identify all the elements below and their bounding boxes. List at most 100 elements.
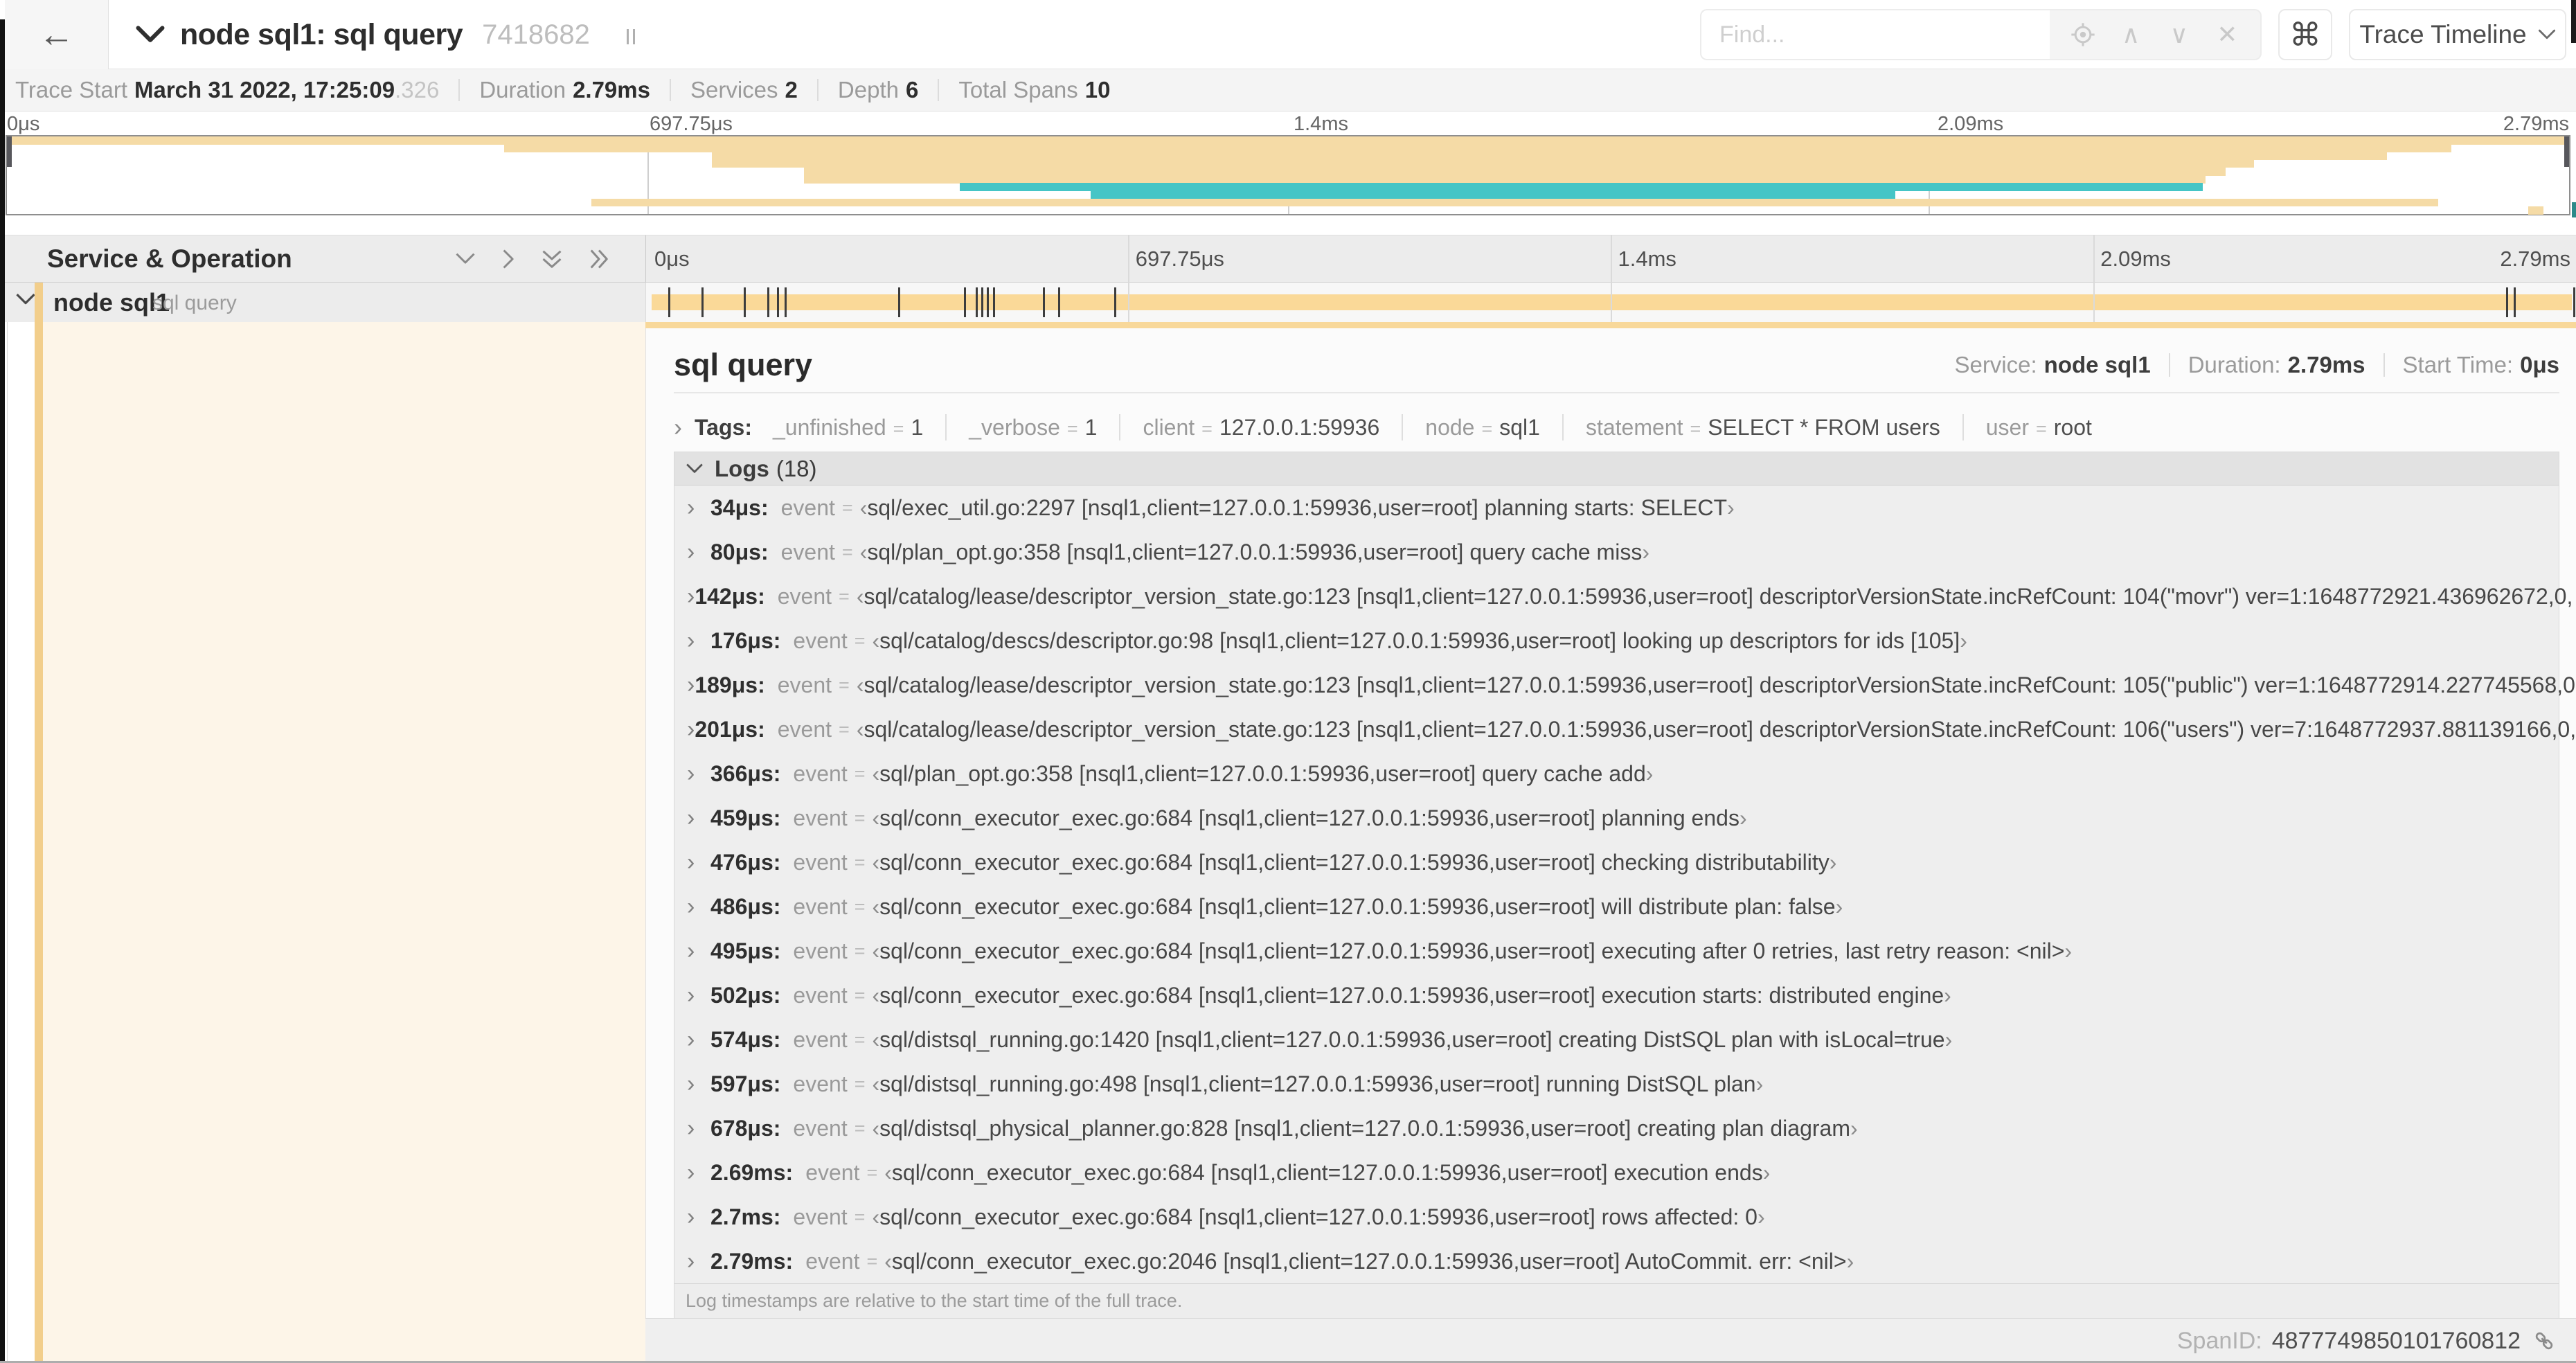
log-row[interactable]: › 486μs: event = ‹ sql/conn_executor_exec.go:… <box>674 884 2559 929</box>
focus-result-icon[interactable] <box>2068 19 2098 50</box>
trace-view-selector[interactable]: Trace Timeline <box>2349 9 2566 60</box>
span-id-bar: SpanID: 4877749850101760812 <box>645 1318 2576 1363</box>
trace-collapse-chevron-icon[interactable] <box>136 25 165 44</box>
divider <box>816 79 819 101</box>
log-row[interactable]: › 201μs: event = ‹ sql/catalog/lease/descript… <box>674 707 2576 751</box>
collapse-one-icon[interactable] <box>455 252 476 265</box>
log-expand-chevron-icon[interactable]: › <box>687 627 710 654</box>
expand-all-icon[interactable] <box>589 249 609 269</box>
log-expand-chevron-icon[interactable]: › <box>687 938 710 965</box>
log-row[interactable]: › 142μs: event = ‹ sql/catalog/lease/descript… <box>674 574 2576 618</box>
log-expand-chevron-icon[interactable]: › <box>687 716 695 743</box>
tags-label: Tags: <box>695 414 752 440</box>
log-expand-chevron-icon[interactable]: › <box>687 805 710 832</box>
window-right-edge <box>2571 0 2576 43</box>
prev-result-icon[interactable]: ∧ <box>2116 19 2146 50</box>
column-resizer-grip[interactable] <box>627 29 635 44</box>
minimap-axis-tick: 1.4ms <box>1294 113 1348 135</box>
log-row[interactable]: › 495μs: event = ‹ sql/conn_executor_exec.go:… <box>674 929 2559 973</box>
service-value: node sql1 <box>2043 352 2151 377</box>
log-expand-chevron-icon[interactable]: › <box>687 1071 710 1098</box>
minimap-canvas[interactable] <box>6 135 2570 215</box>
log-row[interactable]: › 2.7ms: event = ‹ sql/conn_executor_exec.go:… <box>674 1195 2559 1239</box>
log-row[interactable]: › 597μs: event = ‹ sql/distsql_running.go:498… <box>674 1062 2559 1106</box>
span-duration-bar[interactable] <box>652 294 2572 310</box>
collapse-all-icon[interactable] <box>542 249 562 269</box>
span-color-stripe <box>35 322 43 1363</box>
trace-stat: Services 2 <box>690 77 798 103</box>
back-button[interactable]: ← <box>5 0 109 69</box>
clear-search-icon[interactable]: ✕ <box>2212 19 2242 50</box>
log-expand-chevron-icon[interactable]: › <box>687 672 695 699</box>
log-expand-chevron-icon[interactable]: › <box>687 1026 710 1053</box>
minimap-span-bar <box>1091 190 1895 199</box>
log-expand-chevron-icon[interactable]: › <box>687 893 710 920</box>
minimap-axis-tick: 0μs <box>7 113 40 135</box>
tags-expand-chevron-icon[interactable]: › <box>674 413 682 442</box>
log-row[interactable]: › 678μs: event = ‹ sql/distsql_physical_plann… <box>674 1106 2559 1150</box>
log-expand-chevron-icon[interactable]: › <box>687 1159 710 1186</box>
log-event-tick <box>987 287 990 317</box>
log-row[interactable]: › 476μs: event = ‹ sql/conn_executor_exec.go:… <box>674 840 2559 884</box>
log-event-tick <box>898 287 901 317</box>
minimap-right-handle[interactable] <box>2564 136 2569 167</box>
minimap-span-bar <box>960 183 2203 191</box>
log-expand-chevron-icon[interactable]: › <box>687 495 710 522</box>
span-operation-name: sql query <box>152 292 237 314</box>
log-expand-chevron-icon[interactable]: › <box>687 982 710 1009</box>
logs-count: (18) <box>776 455 817 481</box>
log-expand-chevron-icon[interactable]: › <box>687 583 695 610</box>
log-row[interactable]: › 189μs: event = ‹ sql/catalog/lease/descript… <box>674 663 2576 707</box>
log-row[interactable]: › 176μs: event = ‹ sql/catalog/descs/descript… <box>674 618 2559 663</box>
log-row[interactable]: › 80μs: event = ‹ sql/plan_opt.go:358 [nsql1,… <box>674 530 2559 574</box>
log-row[interactable]: › 459μs: event = ‹ sql/conn_executor_exec.go:… <box>674 796 2559 840</box>
minimap-span-bar <box>591 198 2439 207</box>
span-collapse-chevron-icon[interactable] <box>15 292 36 308</box>
find-input[interactable]: Find... <box>1700 9 2050 60</box>
log-expand-chevron-icon[interactable]: › <box>687 539 710 566</box>
log-event-tick <box>992 287 995 317</box>
log-row[interactable]: › 574μs: event = ‹ sql/distsql_running.go:142… <box>674 1017 2559 1062</box>
minimap-left-handle[interactable] <box>7 136 12 167</box>
logs-header[interactable]: Logs (18) <box>674 452 2559 485</box>
span-row-name-cell[interactable]: node sql1 sql query <box>0 283 645 322</box>
log-expand-chevron-icon[interactable]: › <box>687 760 710 787</box>
trace-stat: Trace Start March 31 2022, 17:25:09.326 <box>15 77 440 103</box>
logs-label: Logs <box>715 455 769 481</box>
expand-one-icon[interactable] <box>502 249 515 269</box>
divider <box>938 79 940 101</box>
log-event-tick <box>981 287 983 317</box>
minimap-right-scrubber[interactable] <box>2572 202 2576 217</box>
log-expand-chevron-icon[interactable]: › <box>687 849 710 876</box>
trace-minimap: 0μs 697.75μs 1.4ms 2.09ms 2.79ms <box>0 112 2576 217</box>
tags-row[interactable]: › Tags: _unfinished = 1 _verbose = 1 client = 12… <box>674 404 2092 450</box>
next-result-icon[interactable]: ∨ <box>2164 19 2194 50</box>
log-expand-chevron-icon[interactable]: › <box>687 1248 710 1275</box>
copy-link-icon[interactable] <box>2532 1328 2557 1353</box>
minimap-axis-tick: 2.79ms <box>2503 113 2569 135</box>
log-event-tick <box>2573 287 2576 317</box>
log-row[interactable]: › 34μs: event = ‹ sql/exec_util.go:2297 [nsql… <box>674 485 2559 530</box>
divider <box>1402 414 1404 440</box>
log-expand-chevron-icon[interactable]: › <box>687 1204 710 1231</box>
start-time-value: 0μs <box>2520 352 2559 377</box>
tag-item: _verbose = 1 <box>969 414 1098 440</box>
minimap-span-bar <box>503 144 2451 152</box>
log-row[interactable]: › 2.69ms: event = ‹ sql/conn_executor_exec.go… <box>674 1150 2559 1195</box>
log-expand-chevron-icon[interactable]: › <box>687 1115 710 1142</box>
span-detail-meta: Service: node sql1 Duration: 2.79ms Start … <box>1954 352 2559 378</box>
log-event-tick <box>975 287 978 317</box>
timeline-axis-tick: 2.09ms <box>2100 247 2171 271</box>
logs-section: Logs (18) › 34μs: event = ‹ sql/exec_util.go:… <box>674 452 2576 1318</box>
log-row[interactable]: › 2.79ms: event = ‹ sql/conn_executor_exec.go… <box>674 1239 2559 1283</box>
duration-value: 2.79ms <box>2287 352 2365 377</box>
log-row[interactable]: › 502μs: event = ‹ sql/conn_executor_exec.go:… <box>674 973 2559 1017</box>
page-title: node sql1: sql query <box>180 17 463 51</box>
detail-accent-strip <box>645 322 2576 328</box>
divider <box>670 79 671 101</box>
logs-footnote: Log timestamps are relative to the start… <box>674 1283 2559 1318</box>
log-row[interactable]: › 366μs: event = ‹ sql/plan_opt.go:358 [nsql1… <box>674 751 2559 796</box>
keyboard-shortcuts-button[interactable]: ⌘ <box>2278 9 2332 60</box>
span-row-timeline-cell[interactable] <box>645 283 2576 322</box>
trace-stat: Duration 2.79ms <box>479 77 650 103</box>
